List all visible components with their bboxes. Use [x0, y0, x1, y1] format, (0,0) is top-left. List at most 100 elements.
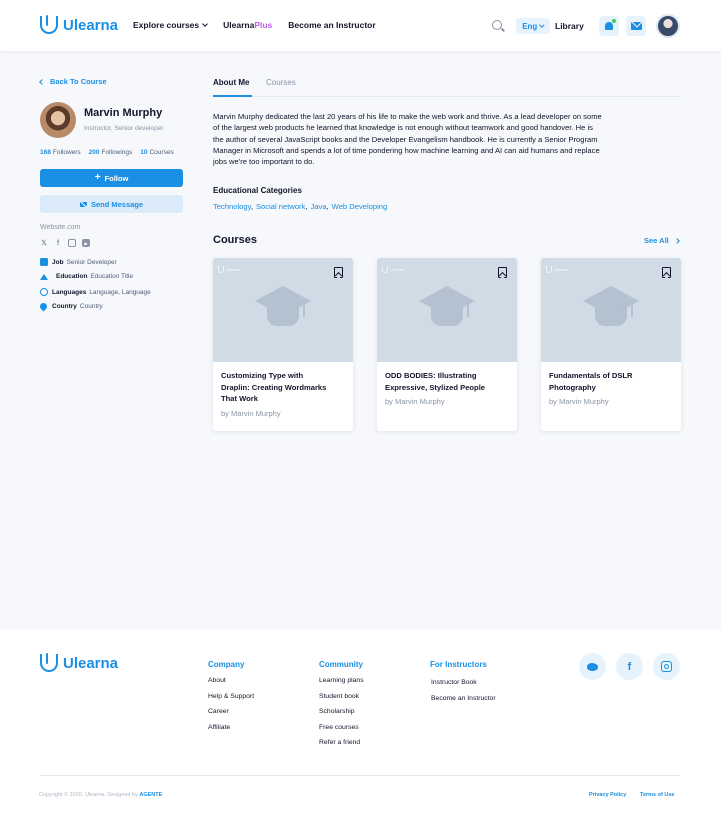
- top-navbar: Ulearna Explore courses Ulearna Plus Beco…: [0, 0, 721, 51]
- footer-link[interactable]: Help & Support: [208, 693, 254, 700]
- footer-instructors-title: For Instructors: [430, 660, 487, 669]
- info-job-value: Senior Developer: [66, 258, 117, 266]
- footer-link[interactable]: Scholarship: [319, 708, 355, 715]
- category-separator: ,: [250, 202, 253, 211]
- footer-link[interactable]: Instructor Book: [431, 679, 477, 686]
- education-icon: [40, 273, 48, 280]
- info-languages-key: Languages: [52, 288, 87, 296]
- instagram-icon[interactable]: [68, 239, 76, 247]
- footer-link[interactable]: Learning plans: [319, 677, 364, 684]
- course-title: ODD BODIES: Illustrating Expressive, Sty…: [385, 370, 511, 393]
- twitter-icon[interactable]: 𝕏: [40, 239, 48, 247]
- footer-link[interactable]: Free courses: [319, 724, 359, 731]
- privacy-policy-link[interactable]: Privacy Policy: [589, 792, 626, 798]
- location-pin-icon: [38, 301, 49, 312]
- footer-logo[interactable]: Ulearna: [40, 653, 118, 672]
- category-link[interactable]: Technology: [213, 202, 251, 211]
- designer-link[interactable]: AGENTE: [139, 792, 162, 798]
- notifications-button[interactable]: [599, 16, 619, 36]
- tab-about-me[interactable]: About Me: [213, 78, 252, 97]
- website-link[interactable]: Website.com: [40, 224, 80, 231]
- footer-link[interactable]: Student book: [319, 693, 359, 700]
- see-all-link[interactable]: See All: [644, 236, 680, 245]
- twitter-icon: [587, 662, 598, 671]
- brand-logo[interactable]: Ulearna: [40, 15, 118, 34]
- bio-line: the author of several JavaScript books a…: [213, 134, 598, 144]
- stat-followers-num: 168: [40, 149, 51, 156]
- chevron-left-icon: [39, 78, 45, 85]
- logo-mark-icon: [546, 266, 552, 273]
- footer-community-title: Community: [319, 660, 363, 669]
- course-thumbnail: Ulearna: [541, 258, 681, 362]
- facebook-icon[interactable]: f: [54, 239, 62, 247]
- graduation-cap-icon: [419, 286, 475, 334]
- bookmark-icon[interactable]: [334, 267, 343, 278]
- stat-courses-num: 10: [140, 149, 148, 156]
- bookmark-icon[interactable]: [498, 267, 507, 278]
- info-languages: Languages Language, Language: [40, 288, 151, 296]
- bookmark-icon[interactable]: [662, 267, 671, 278]
- bio-line: jobs we're too important to do.: [213, 157, 315, 167]
- footer-link[interactable]: Affiliate: [208, 724, 230, 731]
- course-title: Fundamentals of DSLR Photography: [549, 370, 675, 393]
- courses-section-title: Courses: [213, 234, 258, 246]
- category-link[interactable]: Java: [311, 202, 327, 211]
- thumbnail-logo: Ulearna: [546, 266, 569, 273]
- nav-plus-suffix: Plus: [254, 20, 273, 30]
- tab-courses[interactable]: Courses: [266, 78, 296, 97]
- stat-courses[interactable]: 10 Courses: [140, 149, 173, 156]
- course-card[interactable]: Ulearna Customizing Type with Draplin: C…: [213, 258, 353, 431]
- nav-explore-courses[interactable]: Explore courses: [133, 20, 208, 30]
- logo-mark-icon: [40, 653, 58, 672]
- nav-explore-label: Explore courses: [133, 20, 200, 30]
- course-title: Customizing Type with Draplin: Creating …: [221, 370, 347, 405]
- category-link[interactable]: Social network: [256, 202, 305, 211]
- info-job-key: Job: [52, 258, 64, 266]
- nav-ulearna-plus[interactable]: Ulearna Plus: [223, 20, 272, 30]
- back-to-course-link[interactable]: Back To Course: [39, 77, 107, 86]
- search-icon[interactable]: [492, 20, 502, 30]
- library-link[interactable]: Library: [555, 21, 584, 31]
- footer-twitter-button[interactable]: [579, 653, 606, 680]
- course-card[interactable]: Ulearna ODD BODIES: Illustrating Express…: [377, 258, 517, 431]
- footer-link[interactable]: Refer a friend: [319, 739, 360, 746]
- user-avatar[interactable]: [656, 14, 680, 38]
- stat-followers[interactable]: 168 Followers: [40, 149, 81, 156]
- profile-name: Marvin Murphy: [84, 107, 163, 119]
- course-title-line: That Work: [221, 394, 258, 404]
- category-link[interactable]: Web Developing: [332, 202, 388, 211]
- info-education-key: Education: [56, 273, 88, 280]
- footer-instagram-button[interactable]: [653, 653, 680, 680]
- info-job: Job Senior Developer: [40, 258, 117, 266]
- messages-button[interactable]: [626, 16, 646, 36]
- nav-become-instructor[interactable]: Become an Instructor: [288, 20, 375, 30]
- chevron-down-icon: [539, 22, 545, 27]
- course-author: by Marvin Murphy: [221, 409, 281, 418]
- follow-button[interactable]: + Follow: [40, 169, 183, 187]
- see-all-label: See All: [644, 236, 669, 245]
- course-title-line: Customizing Type with: [221, 371, 304, 380]
- footer-link[interactable]: Become an Instructor: [431, 695, 496, 702]
- youtube-icon[interactable]: ▶: [82, 239, 90, 247]
- footer-divider: [40, 775, 680, 776]
- thumbnail-logo: Ulearna: [218, 266, 241, 273]
- language-select[interactable]: Eng: [516, 18, 550, 34]
- info-country-value: Country: [79, 303, 103, 310]
- plus-icon: +: [94, 172, 101, 183]
- info-education-value: Education Title: [90, 273, 134, 280]
- terms-of-use-link[interactable]: Terms of Use: [640, 792, 674, 798]
- course-title-line: ODD BODIES: Illustrating: [385, 371, 477, 380]
- stat-followings[interactable]: 200 Followings: [89, 149, 133, 156]
- send-message-button[interactable]: Send Message: [40, 195, 183, 213]
- bell-icon: [605, 19, 616, 30]
- footer-facebook-button[interactable]: f: [616, 653, 643, 680]
- profile-tabs: About Me Courses: [213, 78, 680, 97]
- course-card[interactable]: Ulearna Fundamentals of DSLR Photography…: [541, 258, 681, 431]
- bio-line: of the largest web products he learned t…: [213, 123, 593, 133]
- footer-link[interactable]: About: [208, 677, 226, 684]
- footer-link[interactable]: Career: [208, 708, 229, 715]
- stat-followers-label: Followers: [52, 149, 81, 156]
- thumbnail-logo-text: Ulearna: [390, 267, 405, 272]
- stat-followings-label: Followings: [101, 149, 133, 156]
- page-footer: Ulearna Company About Help & Support Car…: [0, 630, 721, 822]
